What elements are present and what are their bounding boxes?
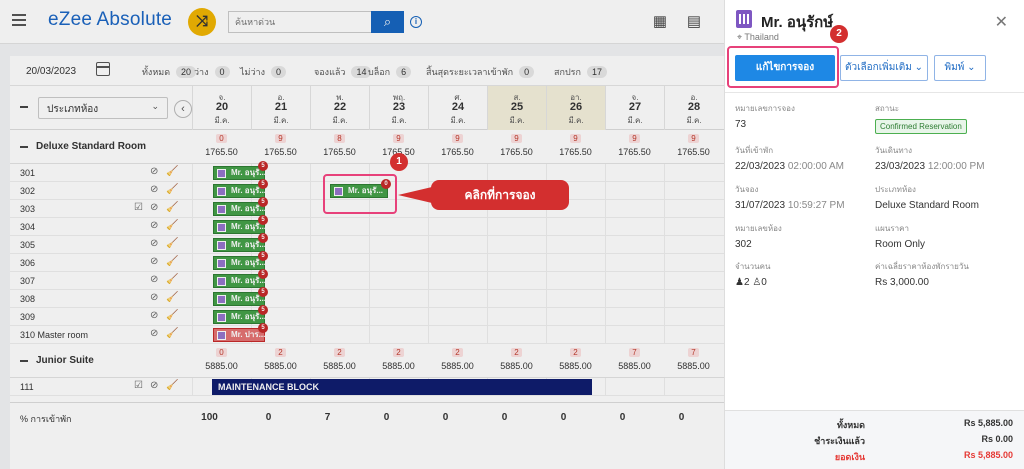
adults-count: 2 [743,277,750,288]
status-label: สถานะ [875,104,899,113]
field-rateplan: แผนราคา Room Only [875,222,925,250]
roomno-label: หมายเลขห้อง [735,224,782,233]
children-count: 0 [761,277,767,288]
field-checkout: วันเดินทาง 23/03/2023 12:00:00 PM [875,144,985,172]
guest-country: ⌖ Thailand [737,32,779,42]
close-icon[interactable]: ✕ [995,12,1008,32]
res-no-value: 73 [735,119,747,130]
field-booked: วันจอง 31/07/2023 10:59:27 PM [735,183,845,211]
step-1-marker: 1 [390,153,408,171]
total-label: ทั้งหมด [836,420,865,430]
rateplan-label: แผนราคา [875,224,909,233]
paid-label: ชำระเงินแล้ว [814,436,865,446]
checkout-date: 23/03/2023 [875,161,926,172]
total-value: Rs 5,885.00 [963,418,1013,428]
totals-footer: ทั้งหมด Rs 5,885.00 ชำระเงินแล้ว Rs 0.00 ย… [725,410,1024,469]
balance-row: ยอดเงิน Rs 5,885.00 [725,450,1024,464]
field-roomtype: ประเภทห้อง Deluxe Standard Room [875,183,979,211]
more-options-label: ตัวเลือกเพิ่มเติม [845,62,912,73]
field-res-no: หมายเลขการจอง 73 [735,102,795,130]
checkin-time: 02:00:00 AM [787,161,844,172]
balance-value: Rs 5,885.00 [963,450,1013,460]
total-row: ทั้งหมด Rs 5,885.00 [725,418,1024,432]
adult-icon: ♟ [735,277,744,288]
field-pax: จำนวนคน ♟2 ♙0 [735,260,770,288]
country-text: Thailand [744,32,779,42]
field-avgrate: ค่าเฉลี่ยราคาห้องพักรายวัน Rs 3,000.00 [875,260,969,288]
callout-arrow [398,187,432,203]
paid-row: ชำระเงินแล้ว Rs 0.00 [725,434,1024,448]
rateplan-value: Room Only [875,239,926,250]
field-status: สถานะ Confirmed Reservation [875,102,967,134]
highlight-booking [323,174,397,214]
avgrate-value: Rs 3,000.00 [875,277,929,288]
callout-click-booking: คลิกที่การจอง [431,180,569,210]
guest-name: Mr. อนุรักษ์ [761,14,834,31]
roomno-value: 302 [735,239,752,250]
print-button[interactable]: พิมพ์ ⌄ [934,55,986,81]
highlight-edit-button [727,46,839,88]
res-no-label: หมายเลขการจอง [735,104,795,113]
booked-date: 31/07/2023 [735,200,786,211]
roomtype-value: Deluxe Standard Room [875,200,979,211]
booked-label: วันจอง [735,185,759,194]
print-label: พิมพ์ [944,62,965,73]
paid-value: Rs 0.00 [981,434,1013,444]
checkin-label: วันที่เข้าพัก [735,146,774,155]
balance-label: ยอดเงิน [834,452,865,462]
app-root: eZee Absolute ⤨ ⌕ i ▦ ▤ 20/03/2023 ทั้งห… [0,0,1024,469]
checkin-date: 22/03/2023 [735,161,786,172]
dim-overlay [0,0,724,469]
avgrate-label: ค่าเฉลี่ยราคาห้องพักรายวัน [875,262,969,271]
building-icon [736,10,752,28]
divider [725,92,1024,93]
booked-time: 10:59:27 PM [787,200,845,211]
more-options-button[interactable]: ตัวเลือกเพิ่มเติม ⌄ [840,55,928,81]
checkout-time: 12:00:00 PM [927,161,985,172]
roomtype-label: ประเภทห้อง [875,185,916,194]
field-roomno: หมายเลขห้อง 302 [735,222,782,250]
pax-label: จำนวนคน [735,262,771,271]
field-checkin: วันที่เข้าพัก 22/03/2023 02:00:00 AM [735,144,844,172]
checkout-label: วันเดินทาง [875,146,913,155]
status-badge: Confirmed Reservation [875,119,967,134]
child-icon: ♙ [752,277,762,288]
step-2-marker: 2 [830,25,848,43]
